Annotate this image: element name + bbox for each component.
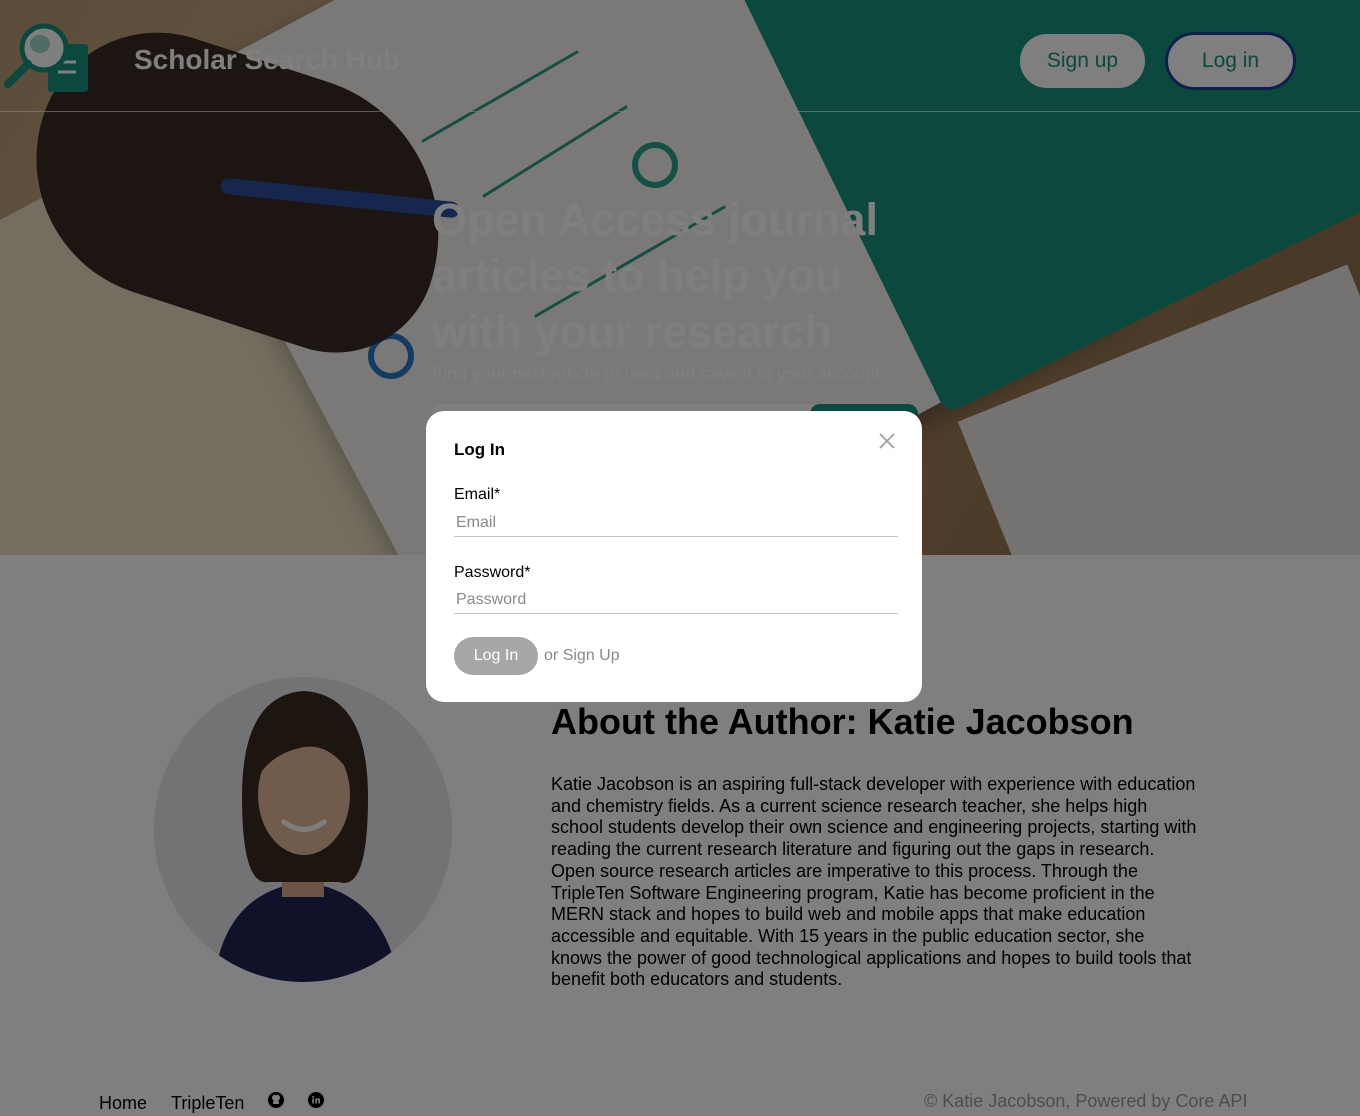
modal-signup-link[interactable]: Sign Up (563, 647, 620, 664)
password-field[interactable] (454, 586, 898, 614)
modal-title: Log In (454, 440, 505, 459)
login-modal: Log In Email* Password* Log In or Sign U… (426, 411, 922, 702)
email-label: Email* (454, 486, 501, 503)
close-icon[interactable] (877, 431, 897, 451)
modal-or-text: or (544, 647, 559, 664)
modal-login-button[interactable]: Log In (454, 637, 538, 675)
email-field[interactable] (454, 509, 898, 537)
password-label: Password* (454, 564, 531, 581)
modal-alt-action: or Sign Up (544, 647, 620, 665)
